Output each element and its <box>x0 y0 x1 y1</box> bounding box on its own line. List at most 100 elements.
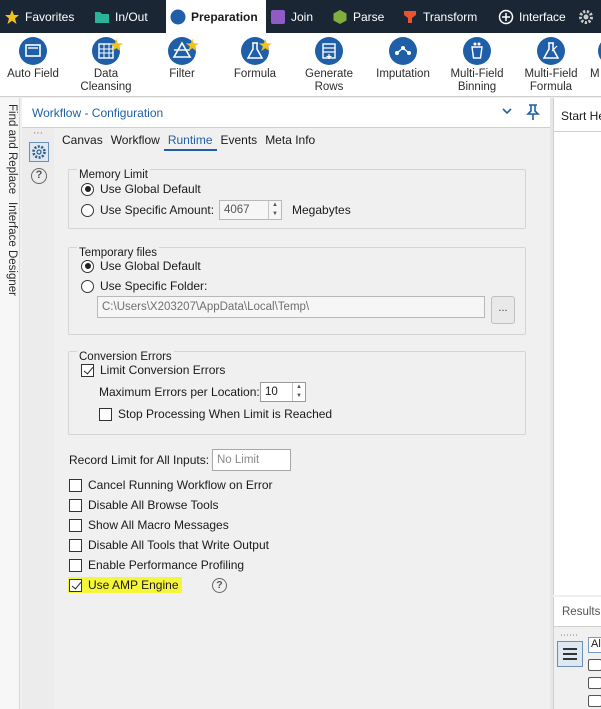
tool-generate-rows[interactable]: Generate Rows <box>298 33 360 97</box>
formula-icon: ★ <box>241 37 273 65</box>
tool-imputation[interactable]: Imputation <box>372 33 434 97</box>
data-cleansing-icon: ★ <box>92 37 124 65</box>
checkbox[interactable] <box>69 538 82 552</box>
transform-icon <box>404 10 416 23</box>
stepper-down-icon[interactable]: ▼ <box>293 392 305 401</box>
tool-auto-field[interactable]: Auto Field <box>4 33 62 97</box>
results-item-icon <box>588 677 601 689</box>
filter-icon: ★ <box>168 37 200 65</box>
results-item-icon <box>588 659 601 671</box>
memory-global-default-option[interactable]: Use Global Default <box>81 182 201 196</box>
option-disable-browse-tools[interactable]: Disable All Browse Tools <box>69 498 219 512</box>
tool-formula[interactable]: ★ Formula <box>226 33 284 97</box>
checkbox[interactable] <box>69 478 82 492</box>
results-title[interactable]: Results <box>562 606 600 618</box>
stepper-up-icon[interactable]: ▲ <box>269 201 281 210</box>
category-more[interactable] <box>574 0 601 33</box>
radio-button[interactable] <box>81 203 94 217</box>
tab-runtime[interactable]: Runtime <box>163 133 217 151</box>
memory-limit-title: Memory Limit <box>77 169 151 181</box>
tab-canvas[interactable]: Canvas <box>58 133 107 151</box>
option-use-amp-engine[interactable]: Use AMP Engine <box>68 577 182 593</box>
option-show-macro-messages[interactable]: Show All Macro Messages <box>69 518 229 532</box>
category-transform[interactable]: Transform <box>398 0 494 33</box>
amp-engine-help-icon[interactable]: ? <box>212 578 227 593</box>
interface-icon <box>498 9 514 24</box>
tool-data-cleansing[interactable]: ★ Data Cleansing <box>74 33 138 97</box>
checkbox[interactable] <box>69 578 82 592</box>
category-favorites[interactable]: Favorites <box>0 0 90 33</box>
option-disable-output-tools[interactable]: Disable All Tools that Write Output <box>69 538 269 552</box>
generate-rows-icon <box>315 37 343 65</box>
browse-folder-button[interactable]: ... <box>491 296 515 324</box>
radio-button[interactable] <box>81 259 94 273</box>
option-cancel-on-error[interactable]: Cancel Running Workflow on Error <box>69 478 273 492</box>
checkbox[interactable] <box>69 498 82 512</box>
star-icon <box>5 9 19 24</box>
auto-field-icon <box>19 37 47 65</box>
memory-specific-amount-option[interactable]: Use Specific Amount: <box>81 203 214 217</box>
stepper-up-icon[interactable]: ▲ <box>293 383 305 392</box>
parse-icon <box>333 9 347 24</box>
tool-next[interactable]: M <box>590 33 601 97</box>
record-limit-input[interactable]: No Limit <box>212 449 291 471</box>
tool-multi-field-binning[interactable]: Multi-Field Binning <box>446 33 508 97</box>
checkbox[interactable] <box>99 407 112 421</box>
configuration-side-icons: ⋯ ? <box>22 128 54 709</box>
tab-meta-info[interactable]: Meta Info <box>261 133 319 151</box>
category-in-out[interactable]: In/Out <box>90 0 166 33</box>
stepper-buttons[interactable]: ▲ ▼ <box>268 201 281 219</box>
tab-workflow[interactable]: Workflow <box>107 133 164 151</box>
settings-button[interactable] <box>29 142 49 162</box>
stepper-buttons[interactable]: ▲ ▼ <box>292 383 305 401</box>
temp-specific-folder-option[interactable]: Use Specific Folder: <box>81 279 207 293</box>
temporary-files-title: Temporary files <box>77 247 159 259</box>
tool-filter[interactable]: ★ Filter <box>154 33 210 97</box>
max-errors-label: Maximum Errors per Location: <box>99 385 260 399</box>
left-panel-strip: Find and Replace Interface Designer <box>0 98 20 709</box>
favorite-star-icon: ★ <box>184 36 200 55</box>
start-here-panel: Start He <box>553 98 601 595</box>
configuration-header: Workflow - Configuration <box>22 98 550 128</box>
stop-processing-option[interactable]: Stop Processing When Limit is Reached <box>99 407 332 421</box>
conversion-errors-group: Conversion Errors Limit Conversion Error… <box>68 351 526 435</box>
results-list-button[interactable] <box>557 641 583 667</box>
start-here-title[interactable]: Start He <box>561 109 601 123</box>
checkbox[interactable] <box>69 518 82 532</box>
checkbox[interactable] <box>81 363 94 377</box>
limit-conversion-errors-option[interactable]: Limit Conversion Errors <box>81 363 225 377</box>
option-performance-profiling[interactable]: Enable Performance Profiling <box>69 558 244 572</box>
checkbox[interactable] <box>69 558 82 572</box>
category-interface[interactable]: Interface <box>494 0 574 33</box>
find-and-replace-tab[interactable]: Find and Replace <box>2 104 18 194</box>
tab-events[interactable]: Events <box>217 133 262 151</box>
radio-button[interactable] <box>81 182 94 196</box>
tool-multi-field-formula[interactable]: Multi-Field Formula <box>520 33 582 97</box>
stepper-down-icon[interactable]: ▼ <box>269 210 281 219</box>
temporary-files-group: Temporary files Use Global Default Use S… <box>68 247 526 335</box>
preparation-icon <box>170 9 186 24</box>
temp-global-default-option[interactable]: Use Global Default <box>81 259 201 273</box>
temp-folder-path-input[interactable]: C:\Users\X203207\AppData\Local\Temp\ <box>97 296 485 318</box>
category-preparation[interactable]: Preparation <box>166 0 266 33</box>
folder-icon <box>95 11 109 23</box>
results-all-tab[interactable]: Al <box>588 637 601 653</box>
conversion-errors-title: Conversion Errors <box>77 351 174 363</box>
drag-handle-icon[interactable]: ⋯⋯ <box>560 630 578 641</box>
radio-button[interactable] <box>81 279 94 293</box>
drag-handle-icon[interactable]: ⋯ <box>33 128 44 139</box>
pin-icon[interactable] <box>525 103 541 121</box>
configuration-title: Workflow - Configuration <box>32 106 164 120</box>
category-join[interactable]: Join <box>266 0 328 33</box>
memory-amount-stepper[interactable]: 4067 ▲ ▼ <box>219 200 282 220</box>
help-icon[interactable]: ? <box>31 168 47 184</box>
max-errors-stepper[interactable]: 10 ▲ ▼ <box>260 382 306 402</box>
category-parse[interactable]: Parse <box>328 0 398 33</box>
memory-unit-label: Megabytes <box>292 203 351 217</box>
category-tab-bar: Favorites In/Out Preparation Join Parse … <box>0 0 601 33</box>
memory-limit-group: Memory Limit Use Global Default Use Spec… <box>68 169 526 229</box>
tool-ribbon: Auto Field ★ Data Cleansing ★ Filter ★ F… <box>0 33 601 97</box>
interface-designer-tab[interactable]: Interface Designer <box>2 202 18 296</box>
chevron-down-icon[interactable] <box>500 104 514 118</box>
favorite-star-icon: ★ <box>108 36 124 55</box>
